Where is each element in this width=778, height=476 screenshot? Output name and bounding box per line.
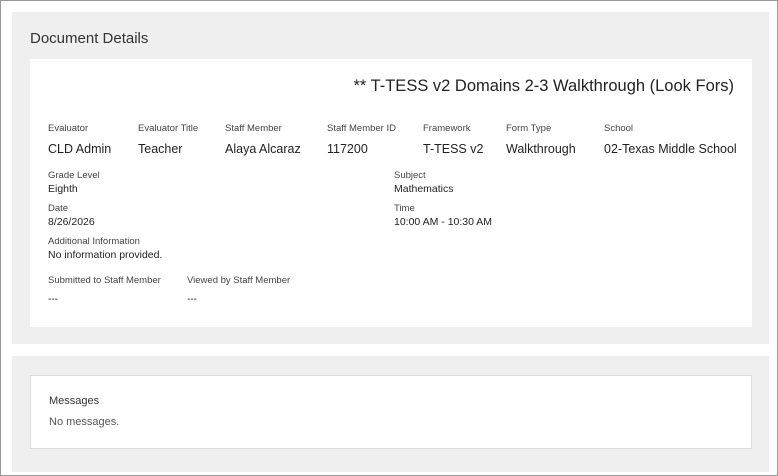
- field-label: Date: [48, 203, 69, 214]
- field-value: 10:00 AM - 10:30 AM: [394, 216, 493, 228]
- messages-card: Messages No messages.: [30, 375, 752, 449]
- field-label: Grade Level: [48, 170, 100, 181]
- field-value: 8/26/2026: [48, 216, 95, 228]
- field-value: CLD Admin: [48, 142, 112, 156]
- field-staff-member-id: Staff Member ID 117200: [327, 123, 396, 156]
- field-value: Eighth: [48, 183, 78, 195]
- document-window: Document Details ** T-TESS v2 Domains 2-…: [0, 0, 778, 476]
- field-label: Subject: [394, 170, 426, 181]
- field-viewed-by-staff: Viewed by Staff Member ---: [187, 275, 290, 305]
- field-value: Walkthrough: [506, 142, 576, 156]
- field-label: Evaluator: [48, 123, 89, 134]
- field-value: Alaya Alcaraz: [225, 142, 301, 156]
- field-value: 117200: [327, 142, 368, 156]
- field-label: Submitted to Staff Member: [48, 275, 161, 286]
- messages-panel: Messages No messages.: [12, 356, 769, 472]
- field-additional-information: Additional Information No information pr…: [48, 236, 162, 261]
- field-value: Mathematics: [394, 183, 454, 195]
- field-label: Form Type: [506, 123, 552, 134]
- field-label: Evaluator Title: [138, 123, 199, 134]
- field-value: ---: [187, 294, 197, 305]
- messages-empty-text: No messages.: [49, 416, 120, 428]
- field-form-type: Form Type Walkthrough: [506, 123, 576, 156]
- field-evaluator-title: Evaluator Title Teacher: [138, 123, 198, 156]
- field-date: Date 8/26/2026: [48, 203, 95, 228]
- field-label: Additional Information: [48, 236, 140, 247]
- document-details-card: ** T-TESS v2 Domains 2-3 Walkthrough (Lo…: [30, 59, 752, 327]
- document-title: ** T-TESS v2 Domains 2-3 Walkthrough (Lo…: [353, 77, 734, 95]
- field-label: Viewed by Staff Member: [187, 275, 291, 286]
- field-value: No information provided.: [48, 249, 163, 261]
- field-grade-level: Grade Level Eighth: [48, 170, 100, 195]
- field-value: ---: [48, 294, 58, 305]
- field-subject: Subject Mathematics: [394, 170, 454, 195]
- document-details-panel: Document Details ** T-TESS v2 Domains 2-…: [12, 12, 769, 344]
- field-label: School: [604, 123, 634, 134]
- field-label: Staff Member ID: [327, 123, 396, 134]
- field-label: Staff Member: [225, 123, 282, 134]
- field-framework: Framework T-TESS v2: [423, 123, 483, 156]
- field-value: 02-Texas Middle School: [604, 142, 737, 156]
- field-value: Teacher: [138, 142, 183, 156]
- field-label: Time: [394, 203, 415, 214]
- field-staff-member: Staff Member Alaya Alcaraz: [225, 123, 301, 156]
- field-value: T-TESS v2: [423, 142, 484, 156]
- field-label: Framework: [423, 123, 471, 134]
- messages-title: Messages: [49, 395, 100, 407]
- field-school: School 02-Texas Middle School: [604, 123, 737, 156]
- field-submitted-to-staff: Submitted to Staff Member ---: [48, 275, 161, 305]
- section-title: Document Details: [30, 30, 149, 47]
- field-time: Time 10:00 AM - 10:30 AM: [394, 203, 492, 228]
- field-evaluator: Evaluator CLD Admin: [48, 123, 111, 156]
